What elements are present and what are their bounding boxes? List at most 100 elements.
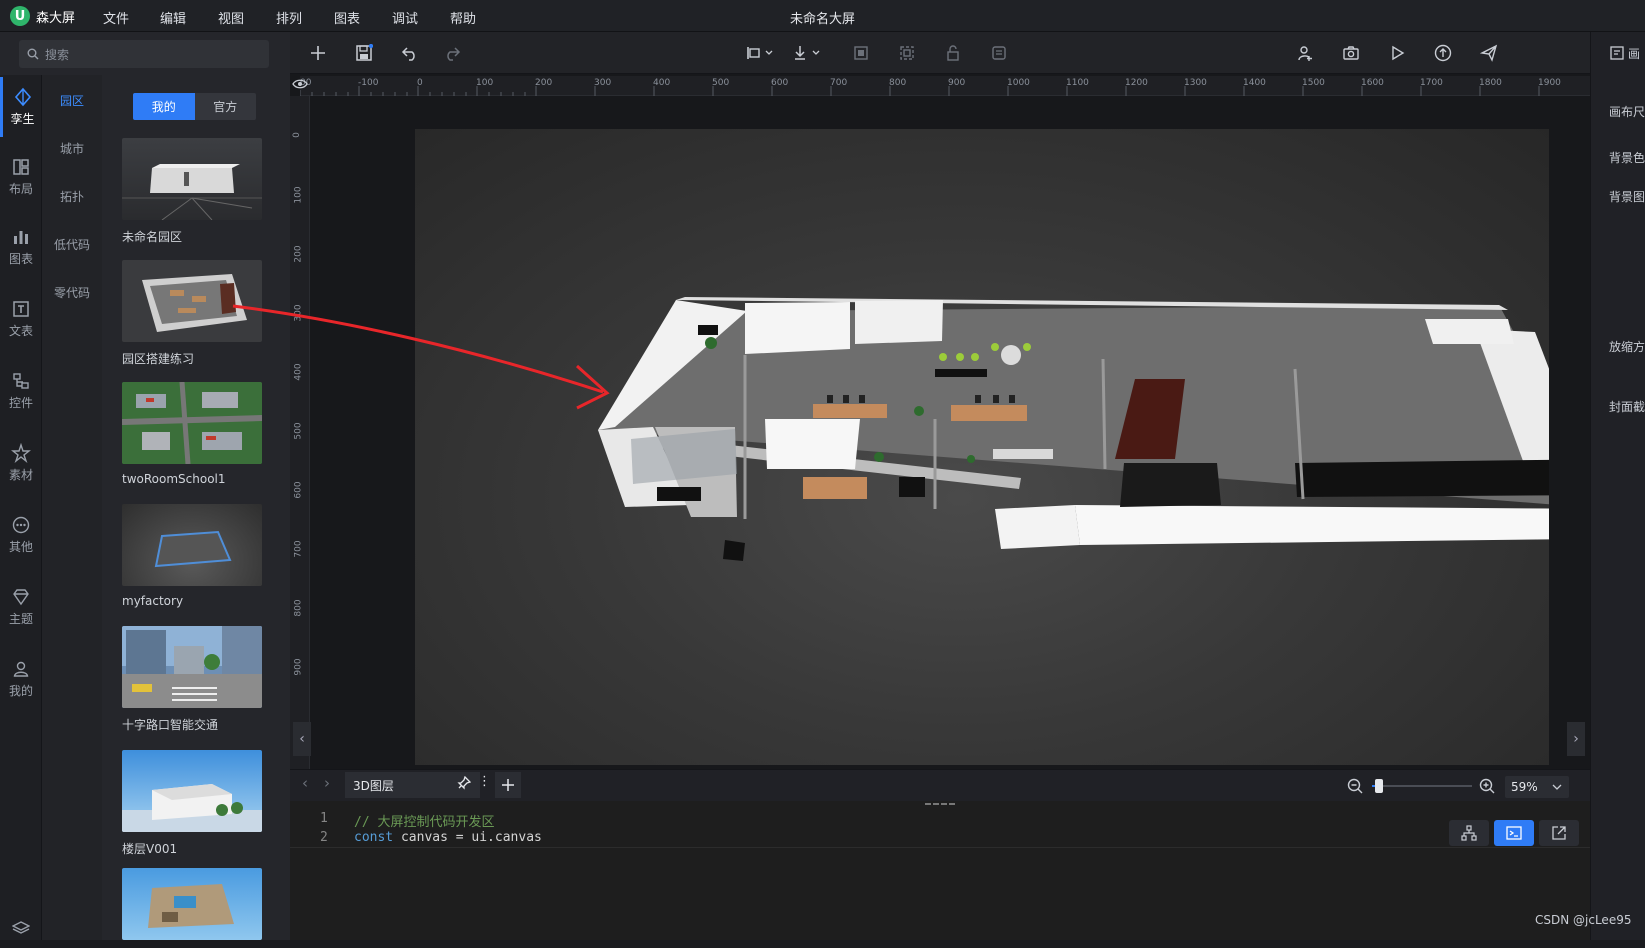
ruler-label: 1300 <box>1184 78 1207 88</box>
ruler-label: 600 <box>293 481 304 499</box>
collapse-right-button[interactable]: › <box>1567 722 1585 756</box>
publish-button[interactable] <box>1478 42 1500 64</box>
zoom-select[interactable]: 59% <box>1505 776 1569 798</box>
screenshot-button[interactable] <box>1340 42 1362 64</box>
share-user-button[interactable] <box>1294 42 1316 64</box>
align-dropdown[interactable] <box>743 42 779 64</box>
menu-debug[interactable]: 调试 <box>392 8 418 27</box>
download-icon <box>795 46 820 60</box>
category-no-code[interactable]: 零代码 <box>42 284 102 301</box>
terminal-button[interactable] <box>1494 820 1534 846</box>
import-dropdown[interactable] <box>790 42 826 64</box>
annotation-arrow <box>232 304 610 410</box>
zoom-out-icon[interactable] <box>1347 778 1363 794</box>
chevron-left-icon[interactable]: ‹ <box>302 774 308 792</box>
canvas-settings-icon[interactable] <box>1610 46 1624 60</box>
zoom-in-icon[interactable] <box>1479 778 1495 794</box>
tab-mine[interactable]: 我的 <box>133 93 195 120</box>
chart-icon <box>14 231 28 244</box>
3d-scene-viewport[interactable] <box>415 129 1615 765</box>
add-button[interactable] <box>307 42 329 64</box>
main-toolbar <box>290 32 1590 74</box>
pin-icon[interactable] <box>457 776 471 790</box>
ruler-label: 1000 <box>1007 78 1030 88</box>
tab-official[interactable]: 官方 <box>194 93 256 120</box>
nav-item-chart[interactable]: 图表 <box>0 217 42 277</box>
ruler-label: 1600 <box>1361 78 1384 88</box>
chevron-right-icon: › <box>1573 731 1579 747</box>
category-park[interactable]: 园区 <box>42 92 102 109</box>
save-button[interactable] <box>353 42 375 64</box>
chevron-down-icon <box>1552 784 1562 790</box>
nav-item-text[interactable]: 文表 <box>0 289 42 349</box>
prop-bg-color: 背景色 <box>1609 151 1645 165</box>
search-input[interactable]: 搜索 <box>19 40 269 68</box>
ruler-label: 200 <box>535 78 553 88</box>
library-card[interactable]: 楼层V001 <box>122 750 262 857</box>
ruler-label: 800 <box>293 599 304 617</box>
menu-chart[interactable]: 图表 <box>334 8 360 27</box>
lock-button[interactable] <box>942 42 964 64</box>
category-city[interactable]: 城市 <box>42 140 102 157</box>
csdn-watermark: CSDN @jcLee95 <box>1535 913 1632 927</box>
structure-button[interactable] <box>1449 820 1489 846</box>
code-editor[interactable]: 1 // 大屏控制代码开发区 2 const canvas = ui.canva… <box>290 801 1590 940</box>
preview-button[interactable] <box>1386 42 1408 64</box>
external-link-icon <box>1552 826 1566 840</box>
library-card[interactable]: myfactory <box>122 504 262 608</box>
undo-button[interactable] <box>399 42 421 64</box>
notes-button[interactable] <box>988 42 1010 64</box>
upload-button[interactable] <box>1432 42 1454 64</box>
ruler-vertical[interactable]: 0 100 200 300 400 500 600 700 800 900 <box>290 96 310 769</box>
layer-name: 3D图层 <box>353 778 394 793</box>
zoom-slider[interactable] <box>1372 785 1472 787</box>
nav-item-more[interactable]: 其他 <box>0 505 42 565</box>
scene-thumbnail <box>122 868 262 940</box>
category-topology[interactable]: 拓扑 <box>42 188 102 205</box>
frame-icon <box>854 46 868 60</box>
align-left-icon <box>747 47 773 59</box>
app-logo[interactable]: U 森大屏 <box>10 6 75 26</box>
chevron-right-icon[interactable]: › <box>324 774 330 792</box>
nav-item-asset[interactable]: 素材 <box>0 433 42 493</box>
menu-help[interactable]: 帮助 <box>450 8 476 27</box>
resize-handle[interactable] <box>925 803 955 805</box>
save-icon <box>356 44 373 61</box>
canvas-tab-label[interactable]: 画 <box>1628 45 1640 62</box>
redo-button[interactable] <box>441 42 463 64</box>
library-card[interactable]: 未命名园区 <box>122 138 262 245</box>
more-vertical-icon[interactable]: ⋮ <box>478 774 491 789</box>
open-external-button[interactable] <box>1539 820 1579 846</box>
ruler-horizontal[interactable]: 00 -100 0 100 200 300 400 500 600 700 80… <box>300 76 1590 96</box>
line-divider <box>290 847 1590 848</box>
frame-button[interactable] <box>850 42 872 64</box>
nav-item-twin[interactable]: 孪生 <box>0 77 42 137</box>
menu-edit[interactable]: 编辑 <box>160 8 186 27</box>
nav-item-layout[interactable]: 布局 <box>0 147 42 207</box>
library-card[interactable]: 十字路口智能交通 <box>122 626 262 733</box>
nav-item-control[interactable]: 控件 <box>0 361 42 421</box>
nav-item-mine[interactable]: 我的 <box>0 649 42 709</box>
category-low-code[interactable]: 低代码 <box>42 236 102 253</box>
card-title: 十字路口智能交通 <box>122 718 219 732</box>
ruler-label: 1100 <box>1066 78 1089 88</box>
ruler-label: -100 <box>358 78 379 88</box>
send-icon <box>1480 44 1498 62</box>
menu-view[interactable]: 视图 <box>218 8 244 27</box>
menu-arrange[interactable]: 排列 <box>276 8 302 27</box>
code-comment: // 大屏控制代码开发区 <box>354 815 495 830</box>
visibility-toggle[interactable] <box>292 78 308 94</box>
group-button[interactable] <box>896 42 918 64</box>
ruler-label: 200 <box>293 245 304 263</box>
notes-icon <box>992 46 1006 60</box>
zoom-slider-handle[interactable] <box>1375 779 1383 793</box>
nav-label: 文表 <box>8 324 33 338</box>
layers-icon[interactable] <box>12 921 30 935</box>
nav-item-theme[interactable]: 主题 <box>0 577 42 637</box>
twin-icon <box>14 87 31 107</box>
collapse-left-button[interactable]: ‹ <box>293 722 311 756</box>
library-card[interactable] <box>122 868 262 948</box>
add-layer-button[interactable] <box>495 772 521 798</box>
menu-file[interactable]: 文件 <box>103 8 129 27</box>
scene-thumbnail <box>122 626 262 708</box>
